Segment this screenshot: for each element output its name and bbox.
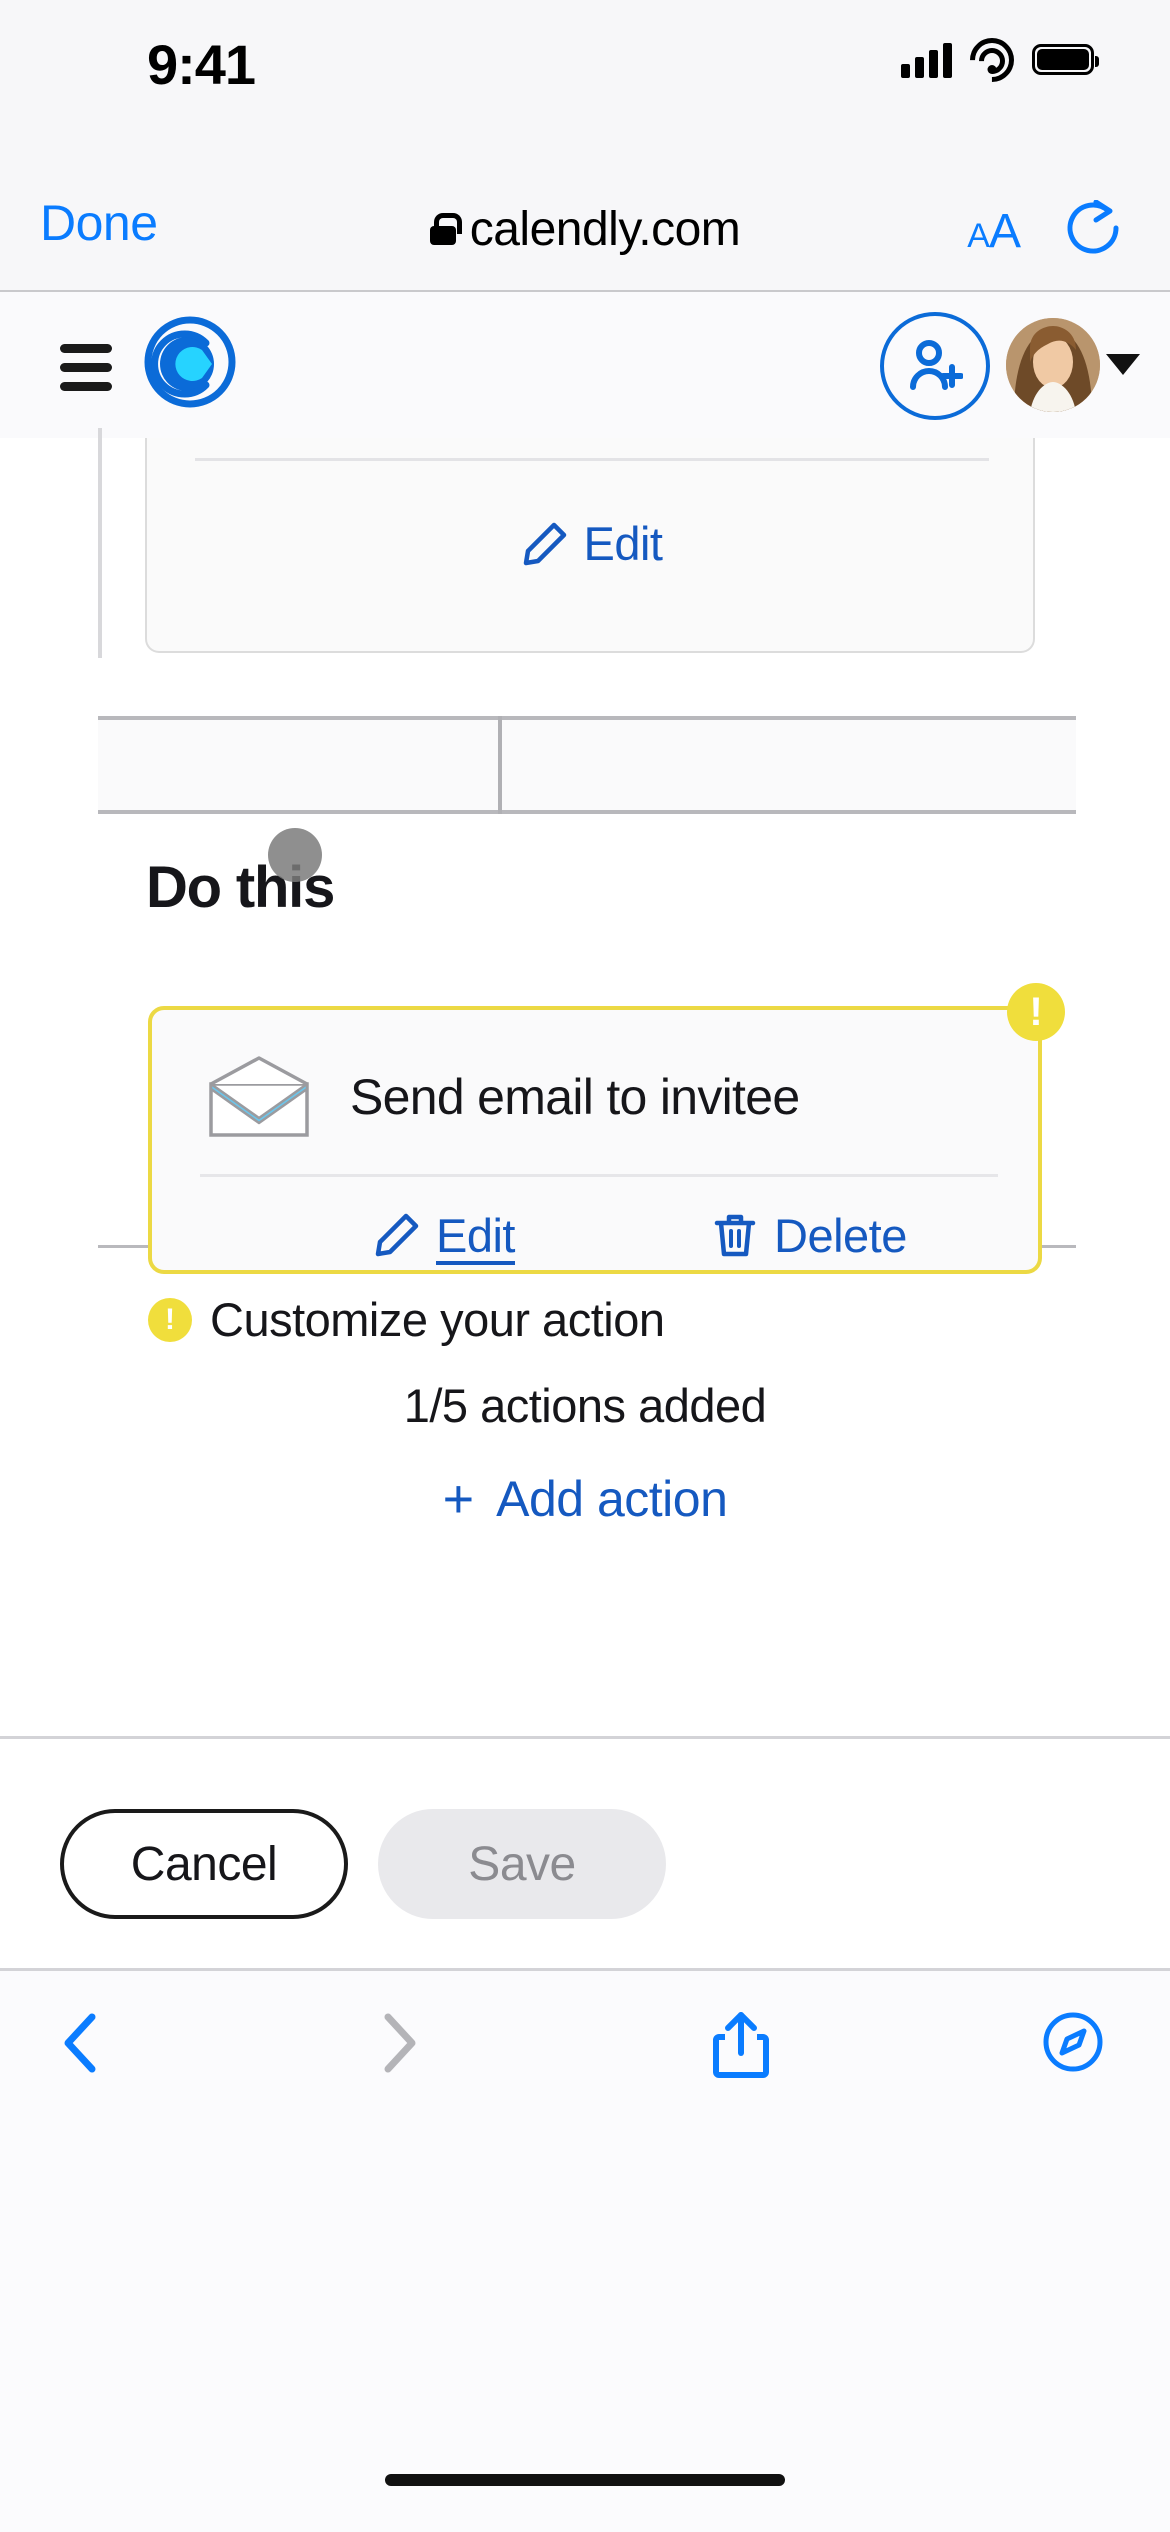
chevron-left-icon <box>64 2013 96 2073</box>
url-text: calendly.com <box>469 202 741 256</box>
action-edit-label: Edit <box>436 1208 516 1262</box>
text-size-small-a: A <box>967 217 990 255</box>
band-split-line <box>498 716 502 814</box>
compass-icon <box>1043 2012 1103 2072</box>
action-card-header: Send email to invitee <box>152 1032 1046 1162</box>
add-action-button[interactable]: + Add action <box>0 1470 1170 1528</box>
action-delete-button[interactable]: Delete <box>712 1208 907 1263</box>
calendly-logo-icon[interactable] <box>140 312 240 412</box>
signal-bars-icon <box>901 40 952 78</box>
add-action-label: Add action <box>496 1471 728 1527</box>
add-person-icon <box>910 340 963 390</box>
phone-screen: 9:41 Done calendly.com AA Edit Do this !… <box>0 0 1170 2532</box>
plus-icon: + <box>442 1469 475 1529</box>
chevron-right-icon <box>384 2013 416 2073</box>
add-person-button[interactable] <box>880 312 990 420</box>
trash-icon <box>712 1212 758 1258</box>
card-divider <box>195 458 989 461</box>
text-size-button[interactable]: AA <box>967 204 1021 259</box>
envelope-icon <box>208 1056 310 1138</box>
home-indicator <box>385 2474 785 2486</box>
safari-bottom-toolbar <box>0 1968 1170 2532</box>
action-card-divider <box>200 1174 998 1177</box>
pencil-icon <box>374 1212 420 1258</box>
wifi-icon <box>960 28 1024 92</box>
forward-button[interactable] <box>378 2011 422 2080</box>
trigger-card: Edit <box>145 438 1035 653</box>
share-icon <box>713 2012 769 2078</box>
hamburger-menu-icon[interactable] <box>60 344 112 391</box>
section-divider-band <box>98 716 1076 814</box>
safari-top-bar: Done calendly.com AA <box>0 170 1170 292</box>
action-card-buttons: Edit Delete <box>152 1200 1046 1270</box>
connector-rail <box>98 428 102 658</box>
chevron-down-icon[interactable] <box>1106 354 1140 375</box>
calendly-app-header <box>0 292 1170 438</box>
reload-icon[interactable] <box>1066 199 1120 256</box>
status-indicators <box>901 28 1099 92</box>
status-bar: 9:41 <box>0 0 1170 170</box>
text-size-large-a: A <box>988 205 1021 258</box>
action-card-send-email: ! Send email to invitee Edit Delete <box>148 983 1065 1274</box>
pencil-icon <box>522 521 568 567</box>
customize-hint: ! Customize your action <box>148 1292 665 1347</box>
tabs-button[interactable] <box>1042 2011 1104 2078</box>
battery-icon <box>1032 43 1099 75</box>
lock-icon <box>429 213 462 245</box>
trigger-edit-label: Edit <box>583 517 664 570</box>
warning-badge-small: ! <box>148 1297 192 1342</box>
avatar[interactable] <box>1006 318 1100 412</box>
action-title: Send email to invitee <box>350 1069 800 1125</box>
save-button[interactable]: Save <box>378 1809 666 1919</box>
status-time: 9:41 <box>146 33 256 96</box>
back-button[interactable] <box>58 2011 102 2080</box>
action-delete-label: Delete <box>774 1208 907 1262</box>
cancel-button[interactable]: Cancel <box>60 1809 348 1919</box>
touch-indicator <box>268 828 322 882</box>
trigger-edit-button[interactable]: Edit <box>147 516 1037 571</box>
customize-hint-label: Customize your action <box>210 1293 665 1346</box>
action-edit-button[interactable]: Edit <box>374 1208 516 1263</box>
actions-count: 1/5 actions added <box>403 1379 767 1432</box>
share-button[interactable] <box>712 2011 770 2084</box>
footer-bar: Cancel Save <box>0 1736 1170 1968</box>
